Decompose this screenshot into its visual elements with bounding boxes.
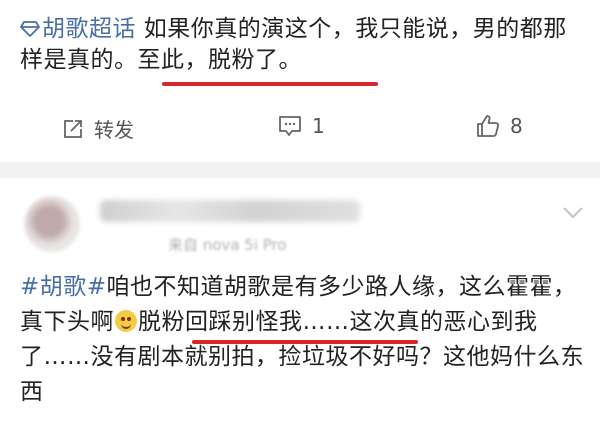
highlight-text: 脱粉回踩别怪我…… [138,309,350,335]
post-meta: 来自 nova 5i Pro [168,236,287,254]
red-underline-mark [162,82,378,86]
post-card-top: 胡歌超话 如果你真的演这个，我只能说，男的都那样是真的。至此，脱粉了。 转发 1… [0,0,600,162]
smiley-emoji-icon [115,310,137,332]
like-button[interactable]: 8 [476,114,523,138]
like-count: 8 [510,114,523,138]
red-underline-mark [192,340,418,344]
repost-label: 转发 [94,118,134,142]
highlight-text: 至此，脱粉了。 [137,47,302,73]
username-blurred[interactable] [100,200,360,222]
thumbs-up-icon [477,115,500,137]
share-icon [64,119,82,138]
diamond-icon [20,21,40,37]
section-divider [0,162,600,178]
avatar[interactable] [24,196,80,252]
comment-count: 1 [312,114,325,138]
comment-button[interactable]: 1 [278,114,325,138]
topic-label: 胡歌超话 [42,16,136,42]
post-text: 胡歌超话 如果你真的演这个，我只能说，男的都那样是真的。至此，脱粉了。 [20,14,580,76]
comment-icon [279,116,301,136]
repost-button[interactable]: 转发 [62,114,134,143]
post-card-bottom: 来自 nova 5i Pro #胡歌#咱也不知道胡歌是有多少路人缘，这么霍霍，真… [0,178,600,424]
topic-link[interactable]: 胡歌超话 [20,16,136,42]
action-bar: 转发 1 8 [0,108,600,148]
hashtag-link[interactable]: #胡歌# [20,274,107,300]
chevron-down-icon[interactable] [562,206,584,220]
